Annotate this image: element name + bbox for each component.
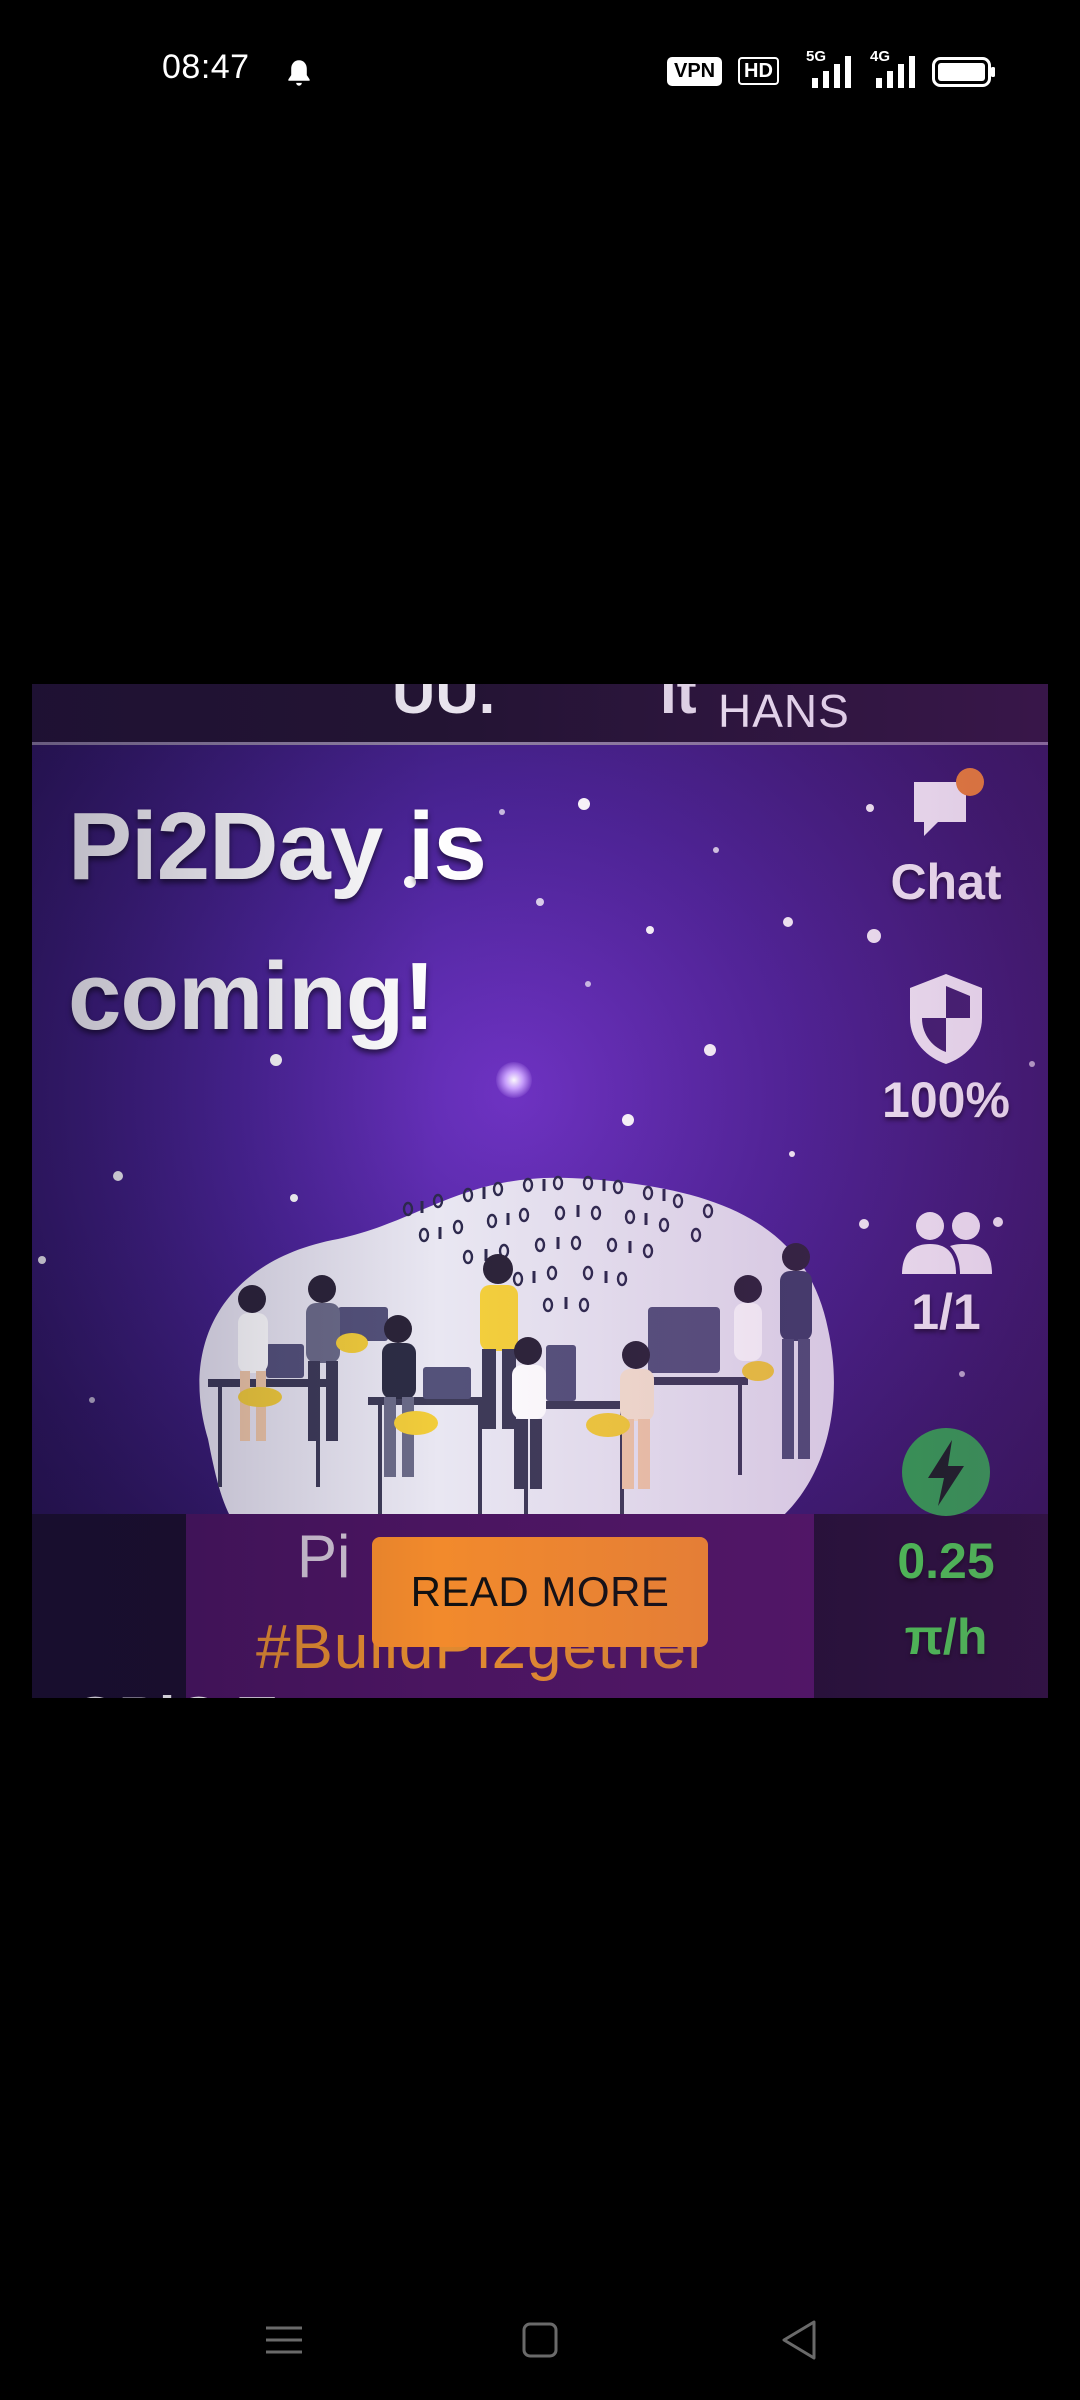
menu-icon[interactable] (254, 2310, 314, 2370)
glow-decoration (496, 1062, 532, 1098)
shield-icon (910, 974, 982, 1064)
battery-icon (932, 57, 995, 87)
team-icon (902, 1212, 992, 1274)
top-strip-fragment: UU. (392, 684, 496, 726)
team-count: 1/1 (911, 1284, 981, 1340)
mining-button[interactable]: 0.25 π/h (866, 1426, 1026, 1675)
read-more-button[interactable]: READ MORE (372, 1537, 708, 1647)
security-percent: 100% (882, 1072, 1010, 1128)
chat-button[interactable]: Chat (866, 768, 1026, 911)
vpn-badge: VPN (667, 57, 723, 86)
signal-4g-icon: 4G (870, 48, 928, 88)
mining-rate-unit: π/h (904, 1609, 988, 1665)
top-strip-text: HANS (718, 685, 850, 737)
security-circle-button[interactable]: 100% (866, 970, 1026, 1129)
hd-voice-badge: HD (738, 57, 779, 85)
team-illustration (199, 1175, 834, 1549)
bottom-strip-caption: OPiO T (72, 1684, 275, 1698)
lightning-icon (902, 1428, 990, 1516)
announcement-banner[interactable]: UU. It HANS Pi2Day is coming! Pi #BuildP… (32, 684, 1048, 1698)
system-navigation-bar (0, 2290, 1080, 2400)
status-bar: 08:47 VPN HD 5G 4G (0, 0, 1080, 140)
team-button[interactable]: 1/1 (866, 1208, 1026, 1341)
top-strip-fragment: It (660, 684, 697, 726)
status-time: 08:47 (162, 48, 250, 86)
back-icon[interactable] (770, 2310, 830, 2370)
home-icon[interactable] (510, 2310, 570, 2370)
headline-line: Pi2Day is (68, 793, 487, 900)
chat-label: Chat (890, 854, 1002, 910)
banner-headline: Pi2Day is coming! (68, 772, 487, 1072)
chat-icon (914, 768, 984, 836)
headline-line: coming! (68, 943, 435, 1050)
notification-bell-icon (288, 60, 310, 86)
top-strip: UU. It HANS (32, 684, 1048, 745)
bottom-strip-text: Pi (297, 1523, 351, 1590)
mining-rate: 0.25 (897, 1533, 995, 1589)
signal-5g-icon: 5G (806, 48, 864, 88)
